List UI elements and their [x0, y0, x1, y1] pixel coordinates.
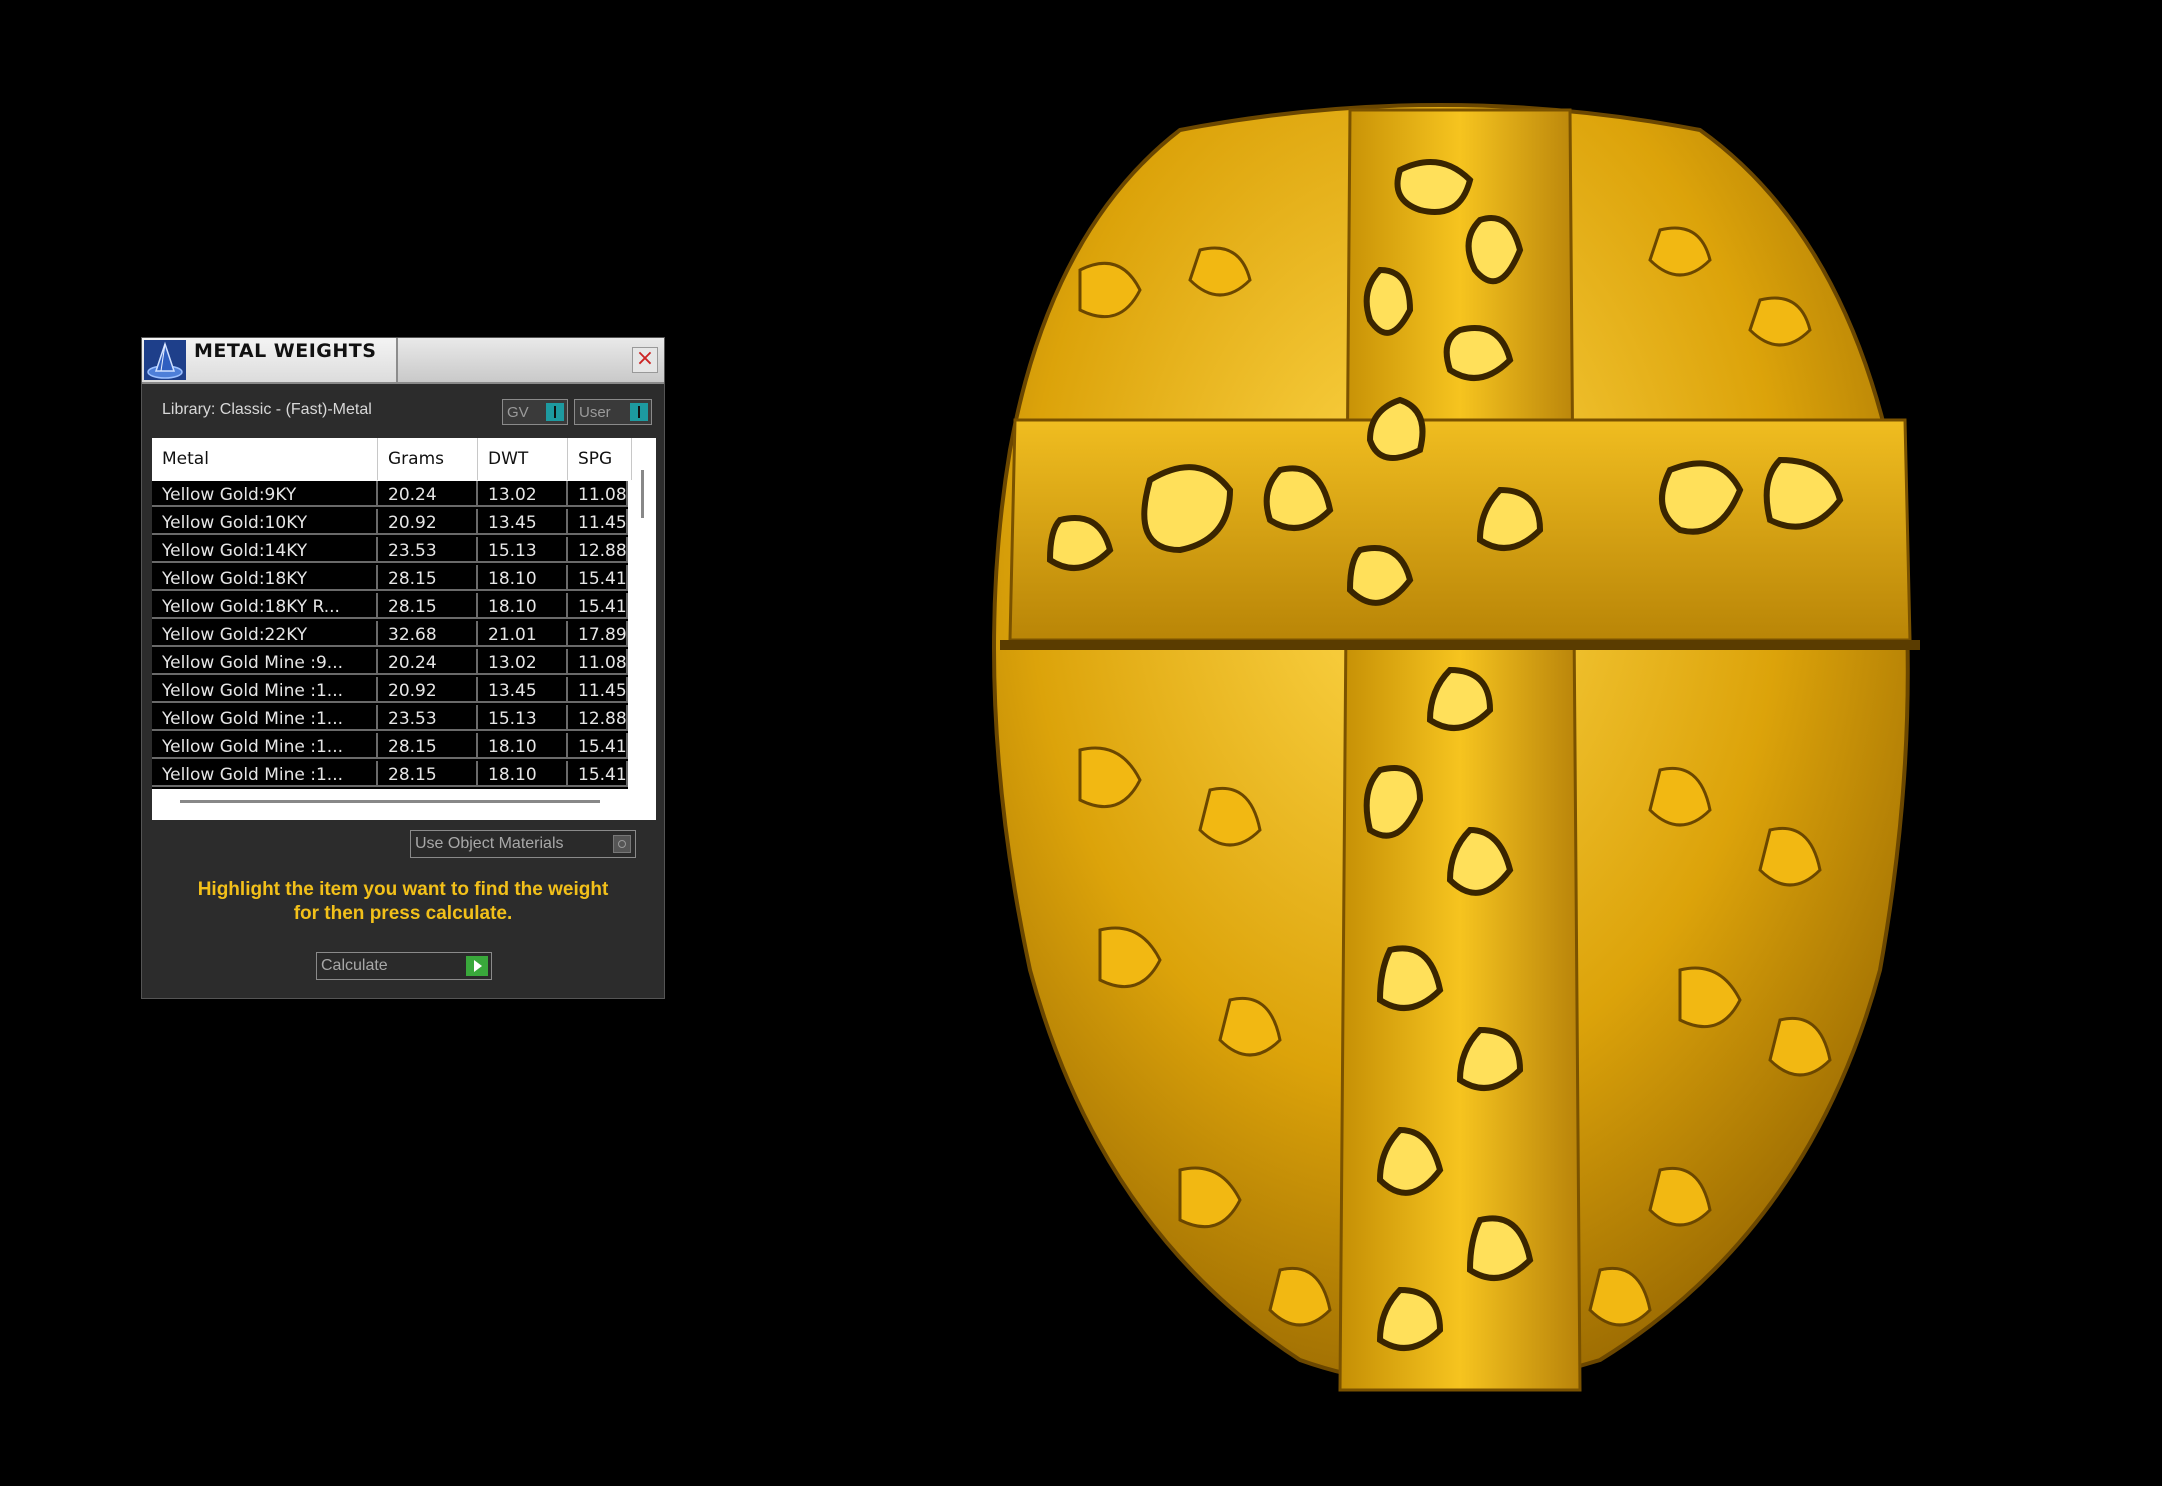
gv-toggle-label: GV	[507, 404, 529, 421]
spg-cell: 11.45	[568, 677, 628, 703]
instruction-line-2: for then press calculate.	[293, 903, 513, 924]
dwt-cell: 18.10	[478, 761, 568, 787]
table-row[interactable]: Yellow Gold Mine :1... 28.15 18.10 15.41	[152, 761, 628, 789]
gold-shield-model	[992, 103, 1920, 1392]
table-row[interactable]: Yellow Gold:14KY 23.53 15.13 12.88	[152, 537, 628, 565]
app-logo-icon	[144, 340, 186, 380]
metal-cell: Yellow Gold Mine :1...	[152, 677, 378, 703]
user-toggle-label: User	[579, 404, 611, 421]
metal-cell: Yellow Gold:10KY	[152, 509, 378, 535]
dwt-cell: 18.10	[478, 733, 568, 759]
use-object-materials-radio[interactable]	[613, 835, 631, 853]
dwt-cell: 15.13	[478, 537, 568, 563]
vertical-scrollbar[interactable]	[632, 468, 652, 788]
grams-cell: 28.15	[378, 733, 478, 759]
spg-cell: 17.89	[568, 621, 628, 647]
spg-cell: 15.41	[568, 565, 628, 591]
table-row[interactable]: Yellow Gold Mine :1... 20.92 13.45 11.45	[152, 677, 628, 705]
column-header-dwt[interactable]: DWT	[478, 438, 568, 480]
spg-cell: 15.41	[568, 761, 628, 787]
column-header-grams[interactable]: Grams	[378, 438, 478, 480]
column-header-spg[interactable]: SPG	[568, 438, 632, 480]
dwt-cell: 13.02	[478, 649, 568, 675]
user-toggle[interactable]: User	[574, 399, 652, 425]
dwt-cell: 13.02	[478, 481, 568, 507]
panel-title: METAL WEIGHTS	[194, 340, 377, 362]
metal-cell: Yellow Gold Mine :1...	[152, 733, 378, 759]
grams-cell: 20.24	[378, 481, 478, 507]
dwt-cell: 18.10	[478, 593, 568, 619]
spg-cell: 12.88	[568, 705, 628, 731]
metal-cell: Yellow Gold Mine :1...	[152, 705, 378, 731]
spg-cell: 11.45	[568, 509, 628, 535]
grams-cell: 32.68	[378, 621, 478, 647]
grams-cell: 23.53	[378, 537, 478, 563]
use-object-materials-option[interactable]: Use Object Materials	[410, 830, 636, 858]
play-icon[interactable]	[466, 956, 488, 976]
table-row[interactable]: Yellow Gold:18KY R... 28.15 18.10 15.41	[152, 593, 628, 621]
table-body: Yellow Gold:9KY 20.24 13.02 11.08 Yellow Go…	[152, 481, 628, 789]
table-header: Metal Grams DWT SPG	[152, 438, 632, 480]
metal-cell: Yellow Gold Mine :1...	[152, 761, 378, 787]
grams-cell: 28.15	[378, 593, 478, 619]
close-button[interactable]: ×	[632, 347, 658, 373]
grams-cell: 23.53	[378, 705, 478, 731]
metal-cell: Yellow Gold Mine :9...	[152, 649, 378, 675]
spg-cell: 11.08	[568, 649, 628, 675]
vertical-scroll-thumb[interactable]	[641, 470, 644, 518]
table-row[interactable]: Yellow Gold Mine :1... 28.15 18.10 15.41	[152, 733, 628, 761]
spg-cell: 15.41	[568, 593, 628, 619]
metal-cell: Yellow Gold:18KY	[152, 565, 378, 591]
horizontal-scrollbar[interactable]	[180, 800, 600, 803]
table-row[interactable]: Yellow Gold Mine :9... 20.24 13.02 11.08	[152, 649, 628, 677]
grams-cell: 28.15	[378, 761, 478, 787]
library-label: Library: Classic - (Fast)-Metal	[162, 401, 372, 418]
table-row[interactable]: Yellow Gold:18KY 28.15 18.10 15.41	[152, 565, 628, 593]
instruction-line-1: Highlight the item you want to find the …	[197, 879, 609, 900]
metal-table: Metal Grams DWT SPG Yellow Gold:9KY 20.24…	[152, 438, 656, 820]
calculate-label: Calculate	[321, 957, 388, 974]
metal-cell: Yellow Gold:18KY R...	[152, 593, 378, 619]
metal-weights-panel: METAL WEIGHTS × Library: Classic - (Fast…	[141, 337, 665, 999]
metal-cell: Yellow Gold:14KY	[152, 537, 378, 563]
use-object-materials-label: Use Object Materials	[415, 835, 564, 852]
column-header-metal[interactable]: Metal	[152, 438, 378, 480]
user-toggle-switch[interactable]	[630, 403, 648, 421]
spg-cell: 12.88	[568, 537, 628, 563]
grams-cell: 28.15	[378, 565, 478, 591]
dwt-cell: 13.45	[478, 509, 568, 535]
table-row[interactable]: Yellow Gold:22KY 32.68 21.01 17.89	[152, 621, 628, 649]
dwt-cell: 18.10	[478, 565, 568, 591]
table-row[interactable]: Yellow Gold:9KY 20.24 13.02 11.08	[152, 481, 628, 509]
metal-cell: Yellow Gold:22KY	[152, 621, 378, 647]
panel-titlebar[interactable]: METAL WEIGHTS ×	[142, 338, 664, 384]
spg-cell: 11.08	[568, 481, 628, 507]
model-viewport[interactable]	[880, 70, 2000, 1410]
calculate-button[interactable]: Calculate	[316, 952, 492, 980]
spg-cell: 15.41	[568, 733, 628, 759]
table-row[interactable]: Yellow Gold:10KY 20.92 13.45 11.45	[152, 509, 628, 537]
grams-cell: 20.92	[378, 677, 478, 703]
metal-cell: Yellow Gold:9KY	[152, 481, 378, 507]
grams-cell: 20.24	[378, 649, 478, 675]
dwt-cell: 13.45	[478, 677, 568, 703]
table-row[interactable]: Yellow Gold Mine :1... 23.53 15.13 12.88	[152, 705, 628, 733]
gv-toggle[interactable]: GV	[502, 399, 568, 425]
panel-title-tab: METAL WEIGHTS	[142, 338, 398, 382]
gv-toggle-switch[interactable]	[546, 403, 564, 421]
close-icon: ×	[635, 346, 655, 371]
dwt-cell: 21.01	[478, 621, 568, 647]
grams-cell: 20.92	[378, 509, 478, 535]
instruction-text: Highlight the item you want to find the …	[142, 878, 664, 926]
dwt-cell: 15.13	[478, 705, 568, 731]
